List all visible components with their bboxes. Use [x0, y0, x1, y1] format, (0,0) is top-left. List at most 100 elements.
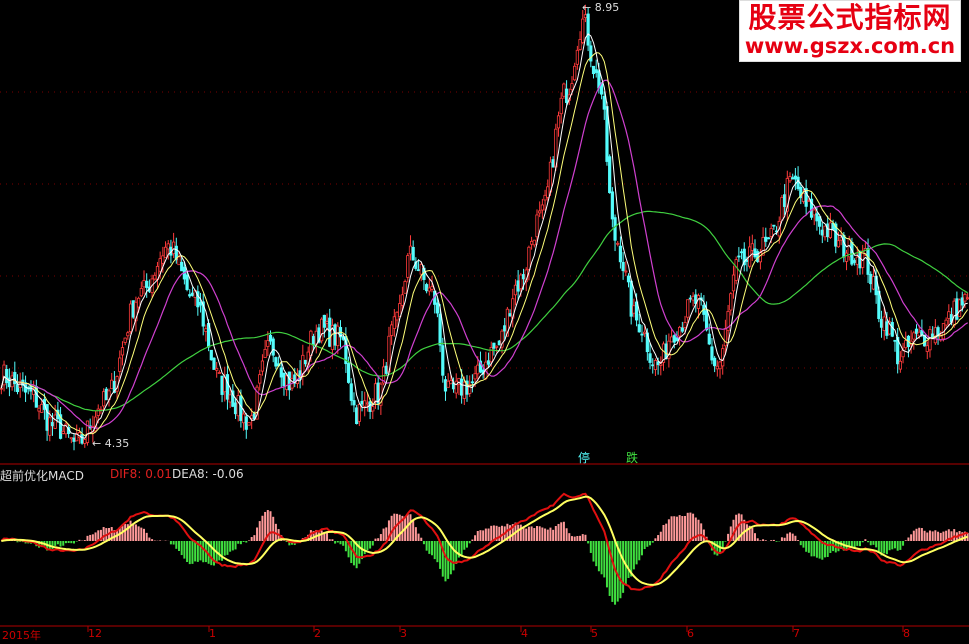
candle-body [274, 357, 278, 367]
candle-body [163, 246, 168, 258]
candle-body [285, 375, 289, 390]
candle-body [632, 305, 636, 314]
candle-body [177, 256, 181, 266]
candle-body [844, 252, 849, 262]
candle-body [960, 297, 964, 306]
candle-body [438, 313, 442, 346]
x-tick-label: 1 [209, 627, 216, 640]
dea-label: DEA8: [172, 467, 209, 481]
candle-body [826, 223, 830, 238]
candle-body [279, 367, 283, 378]
candle-body [212, 357, 216, 370]
candle-body [772, 224, 776, 227]
candle-body [352, 400, 356, 406]
candle-body [408, 245, 413, 255]
candle-body [473, 373, 477, 380]
candle-body [602, 95, 606, 110]
candle-body [796, 176, 800, 190]
candle-body [419, 263, 423, 275]
candle-body [425, 284, 429, 292]
dif-value: 0.01 [145, 467, 172, 481]
candle-body [715, 365, 719, 370]
candle-body [669, 336, 674, 343]
candle-body [180, 261, 184, 272]
candle-body [13, 371, 17, 385]
candle-body [336, 325, 340, 347]
candle-body [686, 299, 690, 318]
candle-body [815, 213, 819, 222]
candle-body [236, 395, 240, 417]
candle-body [581, 18, 585, 43]
candle-body [538, 210, 542, 214]
candle-body [0, 387, 3, 390]
candle-body [53, 414, 57, 429]
candle-body [80, 434, 84, 444]
low-price-label: ← 4.35 [92, 437, 130, 450]
candle-body [710, 346, 714, 361]
candle-body [858, 251, 862, 269]
candle-body [723, 328, 728, 347]
candle-body [656, 361, 660, 366]
candle-body [675, 337, 679, 342]
x-tick-label: 12 [88, 627, 102, 640]
candle-body [704, 310, 709, 331]
candle-body [758, 252, 762, 263]
candle-body [594, 69, 598, 73]
candle-body [220, 375, 224, 395]
candle-body [739, 251, 744, 254]
candle-body [363, 400, 367, 407]
candle-body [893, 339, 897, 342]
candle-body [551, 159, 555, 168]
candle-body [287, 371, 291, 391]
candle-body [368, 401, 372, 412]
candle-body [233, 402, 238, 415]
candle-body [853, 260, 857, 263]
candle-body [624, 270, 628, 273]
candle-body [532, 239, 536, 246]
candle-body [556, 115, 561, 129]
candle-body [250, 415, 254, 419]
candle-body [190, 292, 195, 296]
candle-body [435, 302, 439, 314]
candle-body [185, 274, 189, 290]
candle-body [955, 298, 959, 320]
candle-body [904, 340, 908, 349]
candle-body [96, 408, 100, 417]
candle-body [898, 360, 902, 370]
watermark-url: www.gszx.com.cn [744, 34, 956, 58]
candle-body [731, 274, 736, 292]
candle-body [357, 403, 361, 422]
candle-body [406, 255, 410, 278]
candle-body [349, 383, 353, 401]
candle-body [966, 297, 969, 300]
candle-body [209, 349, 213, 361]
candle-body [266, 340, 270, 347]
candle-body [486, 360, 491, 365]
candle-body [61, 430, 65, 434]
candle-body [947, 311, 951, 319]
candle-body [104, 388, 108, 401]
candle-body [5, 368, 9, 384]
candle-body [836, 240, 841, 248]
x-tick-label: 7 [793, 627, 800, 640]
candle-body [244, 416, 248, 430]
candle-body [626, 275, 631, 283]
candle-body [225, 374, 230, 400]
candle-body [411, 246, 415, 261]
candle-body [102, 391, 106, 407]
candle-body [788, 176, 792, 182]
candle-body [519, 274, 523, 290]
candle-body [325, 321, 329, 324]
candle-body [311, 336, 316, 346]
candle-body [460, 378, 464, 396]
candle-body [583, 14, 588, 19]
candle-body [223, 376, 227, 393]
candle-body [801, 192, 806, 202]
candle-body [648, 353, 652, 363]
candle-body [328, 317, 332, 347]
candle-body [137, 297, 141, 308]
candle-body [120, 347, 125, 356]
candle-body [637, 324, 641, 333]
down-marker: 跌 [626, 451, 639, 465]
candle-body [680, 327, 684, 332]
